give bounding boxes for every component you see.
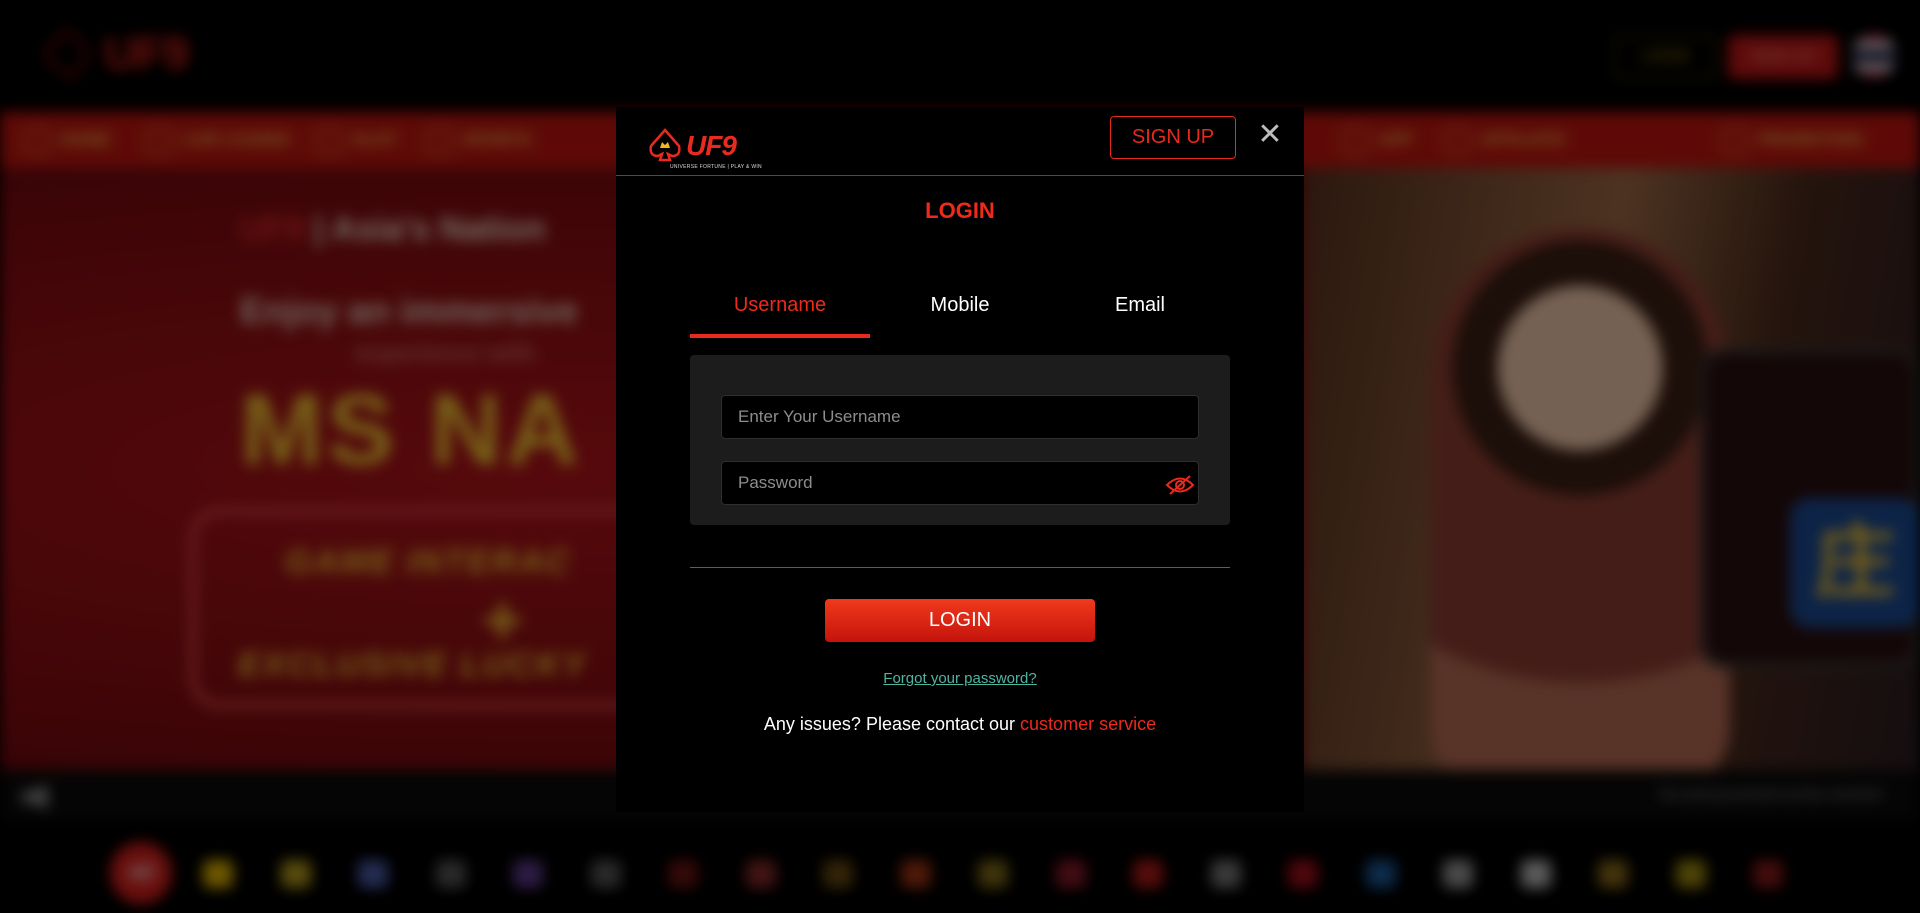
login-form — [690, 355, 1230, 525]
page: UF9 LOGIN SIGN UP HOME LIVE CASINO SLOT … — [0, 0, 1920, 913]
customer-service-link[interactable]: customer service — [1020, 714, 1156, 734]
username-input[interactable] — [721, 395, 1199, 439]
support-text: Any issues? Please contact our customer … — [616, 714, 1304, 735]
modal-logo-tagline: UNIVERSE FORTUNE | PLAY & WIN — [670, 164, 762, 170]
modal-title: LOGIN — [925, 198, 995, 223]
password-input[interactable] — [721, 461, 1199, 505]
tab-email[interactable]: Email — [1050, 282, 1230, 338]
eye-hidden-icon[interactable] — [1165, 474, 1195, 496]
forgot-password-link[interactable]: Forgot your password? — [616, 670, 1304, 687]
close-icon[interactable]: ✕ — [1255, 120, 1285, 151]
tab-mobile[interactable]: Mobile — [870, 282, 1050, 338]
form-divider — [690, 567, 1230, 568]
login-modal: UF9 UNIVERSE FORTUNE | PLAY & WIN SIGN U… — [616, 107, 1304, 812]
modal-logo: UF9 UNIVERSE FORTUNE | PLAY & WIN — [648, 124, 762, 172]
support-prefix: Any issues? Please contact our — [763, 714, 1016, 734]
login-button[interactable]: LOGIN — [825, 599, 1095, 642]
spade-logo-icon — [649, 128, 681, 162]
signup-button[interactable]: SIGN UP — [1110, 116, 1236, 159]
modal-logo-text: UF9 — [686, 130, 737, 161]
modal-header: UF9 UNIVERSE FORTUNE | PLAY & WIN SIGN U… — [616, 107, 1304, 176]
login-method-tabs: Username Mobile Email — [690, 282, 1230, 338]
tab-username[interactable]: Username — [690, 282, 870, 338]
